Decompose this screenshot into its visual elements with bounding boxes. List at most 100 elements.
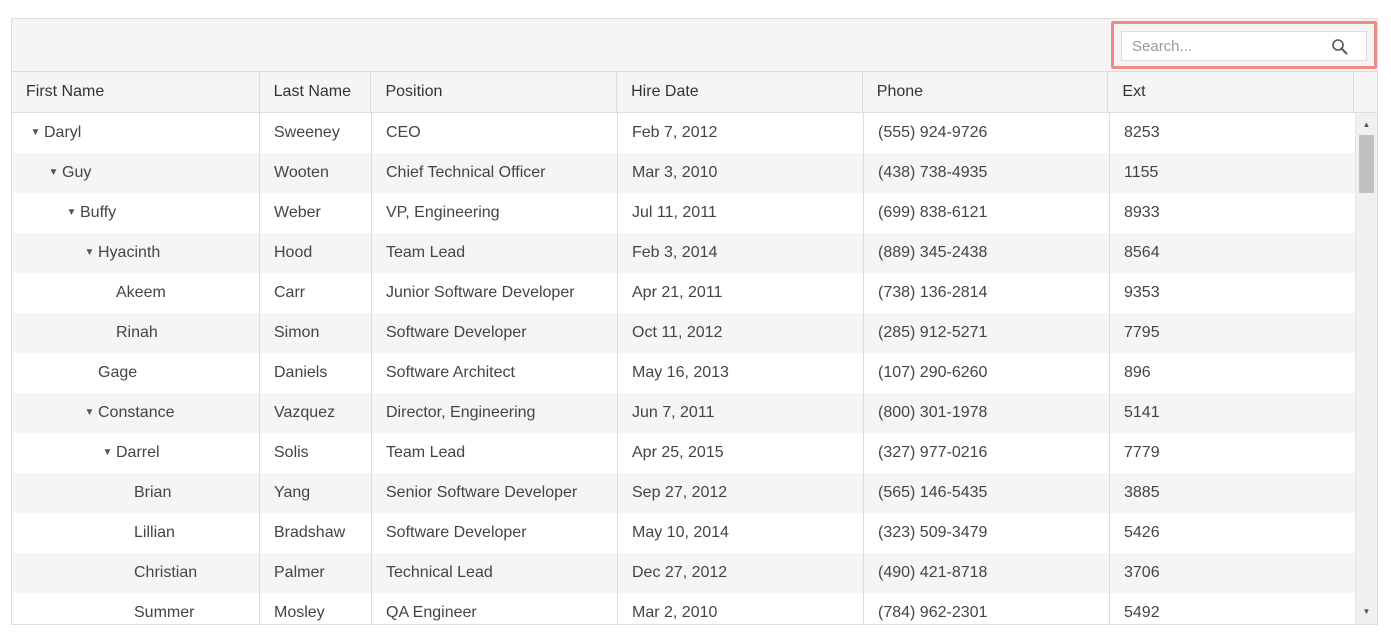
cell-hire-date: Mar 2, 2010 — [618, 593, 864, 624]
table-row[interactable]: ▼ Guy Wooten Chief Technical Officer Mar 3, … — [12, 153, 1356, 193]
caret-down-icon[interactable]: ▼ — [30, 113, 41, 153]
cell-phone: (738) 136-2814 — [864, 273, 1110, 313]
column-header-phone[interactable]: Phone — [863, 72, 1109, 112]
table-row[interactable]: Christian Palmer Technical Lead Dec 27, 201… — [12, 553, 1356, 593]
caret-down-icon[interactable]: ▼ — [84, 393, 95, 433]
cell-phone: (438) 738-4935 — [864, 153, 1110, 193]
table-row[interactable]: Brian Yang Senior Software Developer Sep 27… — [12, 473, 1356, 513]
first-name-text: Gage — [98, 364, 138, 381]
cell-ext: 7779 — [1110, 433, 1356, 473]
cell-position: CEO — [372, 113, 618, 153]
column-header-ext[interactable]: Ext — [1108, 72, 1355, 112]
cell-position: Team Lead — [372, 233, 618, 273]
cell-last-name: Daniels — [260, 353, 372, 393]
column-header-position[interactable]: Position — [371, 72, 618, 112]
table-row[interactable]: ▼ Daryl Sweeney CEO Feb 7, 2012 (555) 924-972… — [12, 113, 1356, 153]
cell-position: VP, Engineering — [372, 193, 618, 233]
cell-ext: 5426 — [1110, 513, 1356, 553]
cell-phone: (889) 345-2438 — [864, 233, 1110, 273]
cell-phone: (784) 962-2301 — [864, 593, 1110, 624]
cell-ext: 3706 — [1110, 553, 1356, 593]
search-input[interactable] — [1122, 32, 1332, 60]
cell-ext: 3885 — [1110, 473, 1356, 513]
caret-down-icon[interactable]: ▼ — [66, 193, 77, 233]
cell-position: Technical Lead — [372, 553, 618, 593]
cell-ext: 5492 — [1110, 593, 1356, 624]
cell-first-name: Rinah — [12, 313, 260, 353]
cell-position: Software Developer — [372, 513, 618, 553]
cell-hire-date: Feb 7, 2012 — [618, 113, 864, 153]
cell-ext: 5141 — [1110, 393, 1356, 433]
cell-ext: 9353 — [1110, 273, 1356, 313]
table-row[interactable]: Rinah Simon Software Developer Oct 11, 2012… — [12, 313, 1356, 353]
cell-hire-date: Jul 11, 2011 — [618, 193, 864, 233]
cell-first-name: Lillian — [12, 513, 260, 553]
search-icon[interactable] — [1330, 37, 1350, 57]
cell-hire-date: Apr 25, 2015 — [618, 433, 864, 473]
cell-first-name: ▼ Darrel — [12, 433, 260, 473]
first-name-text: Rinah — [116, 324, 158, 341]
cell-first-name: Summer — [12, 593, 260, 624]
table-row[interactable]: ▼ Darrel Solis Team Lead Apr 25, 2015 (327) 9… — [12, 433, 1356, 473]
cell-hire-date: Apr 21, 2011 — [618, 273, 864, 313]
cell-hire-date: May 16, 2013 — [618, 353, 864, 393]
first-name-text: Hyacinth — [98, 244, 161, 261]
cell-hire-date: Jun 7, 2011 — [618, 393, 864, 433]
vertical-scrollbar[interactable]: ▲ ▼ — [1355, 113, 1377, 624]
cell-last-name: Sweeney — [260, 113, 372, 153]
cell-ext: 8253 — [1110, 113, 1356, 153]
caret-down-icon[interactable]: ▼ — [84, 233, 95, 273]
cell-first-name: Christian — [12, 553, 260, 593]
cell-ext: 1155 — [1110, 153, 1356, 193]
scrollbar-thumb[interactable] — [1359, 135, 1374, 193]
cell-ext: 8933 — [1110, 193, 1356, 233]
first-name-text: Christian — [134, 564, 198, 581]
table-row[interactable]: Akeem Carr Junior Software Developer Apr 21… — [12, 273, 1356, 313]
cell-ext: 8564 — [1110, 233, 1356, 273]
caret-down-icon[interactable]: ▼ — [48, 153, 59, 193]
table-row[interactable]: Gage Daniels Software Architect May 16, 201… — [12, 353, 1356, 393]
table-row[interactable]: Summer Mosley QA Engineer Mar 2, 2010 (784) … — [12, 593, 1356, 624]
column-header-first-name[interactable]: First Name — [12, 72, 260, 112]
cell-first-name: ▼ Hyacinth — [12, 233, 260, 273]
cell-last-name: Solis — [260, 433, 372, 473]
cell-last-name: Palmer — [260, 553, 372, 593]
cell-phone: (699) 838-6121 — [864, 193, 1110, 233]
caret-down-icon[interactable]: ▼ — [102, 433, 113, 473]
cell-first-name: ▼ Buffy — [12, 193, 260, 233]
cell-position: Chief Technical Officer — [372, 153, 618, 193]
cell-first-name: Brian — [12, 473, 260, 513]
table-row[interactable]: Lillian Bradshaw Software Developer May 10,… — [12, 513, 1356, 553]
cell-hire-date: Dec 27, 2012 — [618, 553, 864, 593]
column-header-hire-date[interactable]: Hire Date — [617, 72, 863, 112]
scroll-down-arrow-icon[interactable]: ▼ — [1356, 603, 1377, 621]
table-row[interactable]: ▼ Buffy Weber VP, Engineering Jul 11, 2011 (6… — [12, 193, 1356, 233]
cell-last-name: Mosley — [260, 593, 372, 624]
cell-hire-date: Oct 11, 2012 — [618, 313, 864, 353]
first-name-text: Daryl — [44, 124, 82, 141]
scroll-up-arrow-icon[interactable]: ▲ — [1356, 116, 1377, 134]
table-body: ▼ Daryl Sweeney CEO Feb 7, 2012 (555) 924-972… — [12, 113, 1356, 624]
cell-first-name: ▼ Daryl — [12, 113, 260, 153]
cell-hire-date: Sep 27, 2012 — [618, 473, 864, 513]
cell-phone: (285) 912-5271 — [864, 313, 1110, 353]
column-header-last-name[interactable]: Last Name — [260, 72, 372, 112]
first-name-text: Buffy — [80, 204, 117, 221]
first-name-text: Darrel — [116, 444, 160, 461]
cell-phone: (490) 421-8718 — [864, 553, 1110, 593]
toolbar — [12, 19, 1377, 72]
search-box[interactable] — [1121, 31, 1367, 61]
cell-last-name: Weber — [260, 193, 372, 233]
table-row[interactable]: ▼ Hyacinth Hood Team Lead Feb 3, 2014 (889) 3… — [12, 233, 1356, 273]
cell-last-name: Bradshaw — [260, 513, 372, 553]
cell-first-name: Akeem — [12, 273, 260, 313]
cell-first-name: Gage — [12, 353, 260, 393]
cell-first-name: ▼ Guy — [12, 153, 260, 193]
cell-last-name: Yang — [260, 473, 372, 513]
cell-last-name: Vazquez — [260, 393, 372, 433]
treelist: First Name Last Name Position Hire Date … — [11, 18, 1378, 625]
cell-phone: (323) 509-3479 — [864, 513, 1110, 553]
cell-phone: (555) 924-9726 — [864, 113, 1110, 153]
table-row[interactable]: ▼ Constance Vazquez Director, Engineering Ju… — [12, 393, 1356, 433]
cell-hire-date: Mar 3, 2010 — [618, 153, 864, 193]
